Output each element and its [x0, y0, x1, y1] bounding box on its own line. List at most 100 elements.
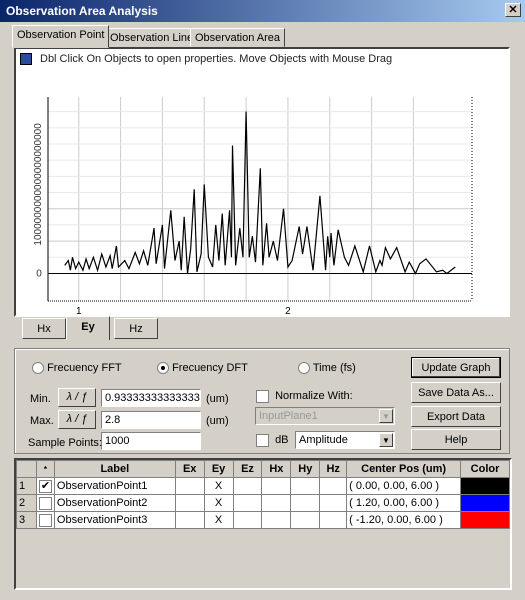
ez-cell[interactable] [232, 511, 263, 529]
col-label[interactable]: Label [53, 460, 176, 478]
radio-time[interactable]: Time (fs) [298, 362, 356, 375]
tab-observation-line[interactable]: Observation Line [105, 28, 199, 47]
checkbox-icon [256, 390, 269, 403]
ex-cell[interactable] [174, 511, 205, 529]
center-pos: ( 1.20, 0.00, 6.00 ) [349, 497, 440, 509]
tab-ey[interactable]: Ey [66, 316, 110, 340]
hz-cell[interactable] [319, 494, 348, 512]
ey-mark: X [214, 480, 223, 492]
normalize-checkbox[interactable]: Normalize With: [256, 390, 353, 403]
table-row[interactable]: 3 ObservationPoint3 X ( -1.20, 0.00, 6.00 ) [16, 511, 510, 529]
hx-cell[interactable] [261, 511, 292, 529]
window-title: Observation Area Analysis [6, 4, 158, 18]
radio-selected-icon [157, 362, 169, 375]
sample-points-input[interactable]: 1000 [101, 432, 201, 450]
col-hy[interactable]: Hy [290, 460, 321, 478]
color-swatch[interactable] [460, 511, 510, 529]
spectrum-chart[interactable]: 1201000000000000000000000um [16, 49, 508, 315]
normalize-select[interactable]: InputPlane1 ▼ [255, 407, 395, 425]
normalize-label: Normalize With: [275, 390, 353, 403]
color-swatch[interactable] [460, 494, 510, 512]
sample-points-label: Sample Points: [28, 437, 102, 449]
hy-cell[interactable] [290, 494, 321, 512]
col-center-pos[interactable]: Center Pos (um) [346, 460, 462, 478]
max-label: Max. [30, 415, 54, 427]
ey-cell[interactable]: X [203, 477, 234, 495]
row-number-cell: 1 [16, 477, 37, 495]
col-hx[interactable]: Hx [261, 460, 292, 478]
max-input[interactable]: 2.8 [101, 411, 201, 429]
col-hz[interactable]: Hz [319, 460, 348, 478]
x-tick-label: 2 [285, 306, 291, 315]
radio-frequency-dft[interactable]: Frecuency DFT [157, 362, 248, 375]
mode-select[interactable]: Amplitude ▼ [295, 431, 395, 449]
table-header: * Label Ex Ey Ez Hx Hy Hz Center Pos (um… [16, 460, 510, 478]
max-lambda-f-button[interactable]: λ / ƒ [58, 410, 96, 429]
col-ez[interactable]: Ez [232, 460, 263, 478]
ez-cell[interactable] [232, 494, 263, 512]
label-cell[interactable]: ObservationPoint1 [53, 477, 176, 495]
min-input[interactable]: 0.933333333333334 [101, 389, 201, 407]
table-row[interactable]: 1 ✔ ObservationPoint1 X ( 0.00, 0.00, 6.00 ) [16, 477, 510, 495]
hx-cell[interactable] [261, 494, 292, 512]
checkbox-checked-icon[interactable]: ✔ [38, 479, 52, 493]
row-number: 3 [19, 514, 26, 526]
hx-cell[interactable] [261, 477, 292, 495]
tab-observation-area[interactable]: Observation Area [190, 28, 285, 47]
center-pos-cell[interactable]: ( 0.00, 0.00, 6.00 ) [346, 477, 462, 495]
hy-cell[interactable] [290, 511, 321, 529]
col-color[interactable]: Color [460, 460, 510, 478]
center-pos: ( -1.20, 0.00, 6.00 ) [349, 514, 443, 526]
ex-cell[interactable] [174, 494, 205, 512]
row-checkbox[interactable]: ✔ [35, 477, 55, 495]
export-data-button[interactable]: Export Data [411, 406, 501, 427]
plot-panel[interactable]: Dbl Click On Objects to open properties.… [14, 47, 510, 317]
mode-select-value: Amplitude [299, 434, 348, 446]
col-ex[interactable]: Ex [174, 460, 205, 478]
ey-cell[interactable]: X [203, 511, 234, 529]
update-graph-button[interactable]: Update Graph [411, 357, 501, 378]
radio-label: Time (fs) [312, 362, 356, 374]
ex-cell[interactable] [174, 477, 205, 495]
center-pos-cell[interactable]: ( -1.20, 0.00, 6.00 ) [346, 511, 462, 529]
y-tick-label: 0 [36, 268, 42, 279]
row-label: ObservationPoint3 [56, 514, 148, 526]
label-cell[interactable]: ObservationPoint3 [53, 511, 176, 529]
min-lambda-f-button[interactable]: λ / ƒ [58, 388, 96, 407]
row-label: ObservationPoint2 [56, 497, 148, 509]
hz-cell[interactable] [319, 511, 348, 529]
checkbox-icon[interactable] [38, 513, 52, 527]
col-select[interactable]: * [35, 460, 55, 478]
radio-label: Frecuency DFT [172, 362, 248, 374]
hz-cell[interactable] [319, 477, 348, 495]
max-unit: (um) [206, 415, 229, 427]
min-unit: (um) [206, 393, 229, 405]
tab-observation-point[interactable]: Observation Point [12, 25, 110, 48]
col-num [16, 460, 37, 478]
ez-cell[interactable] [232, 477, 263, 495]
center-pos-cell[interactable]: ( 1.20, 0.00, 6.00 ) [346, 494, 462, 512]
row-checkbox[interactable] [35, 494, 55, 512]
tab-hx[interactable]: Hx [22, 318, 66, 339]
row-number-cell: 3 [16, 511, 37, 529]
tab-hz[interactable]: Hz [114, 318, 158, 339]
hy-cell[interactable] [290, 477, 321, 495]
help-button[interactable]: Help [411, 429, 501, 450]
close-button[interactable]: ✕ [505, 3, 521, 17]
color-swatch[interactable] [460, 477, 510, 495]
ey-cell[interactable]: X [203, 494, 234, 512]
save-data-button[interactable]: Save Data As... [411, 382, 501, 403]
row-number: 1 [19, 480, 26, 492]
col-ey[interactable]: Ey [203, 460, 234, 478]
checkbox-icon[interactable] [38, 496, 52, 510]
row-number: 2 [19, 497, 26, 509]
chevron-down-icon: ▼ [379, 433, 393, 447]
table-row[interactable]: 2 ObservationPoint2 X ( 1.20, 0.00, 6.00 ) [16, 494, 510, 512]
label-cell[interactable]: ObservationPoint2 [53, 494, 176, 512]
db-checkbox[interactable]: dB [256, 434, 289, 447]
row-label: ObservationPoint1 [56, 480, 148, 492]
normalize-select-value: InputPlane1 [259, 410, 318, 422]
radio-label: Frecuency FFT [47, 362, 122, 374]
row-checkbox[interactable] [35, 511, 55, 529]
radio-frequency-fft[interactable]: Frecuency FFT [32, 362, 122, 375]
